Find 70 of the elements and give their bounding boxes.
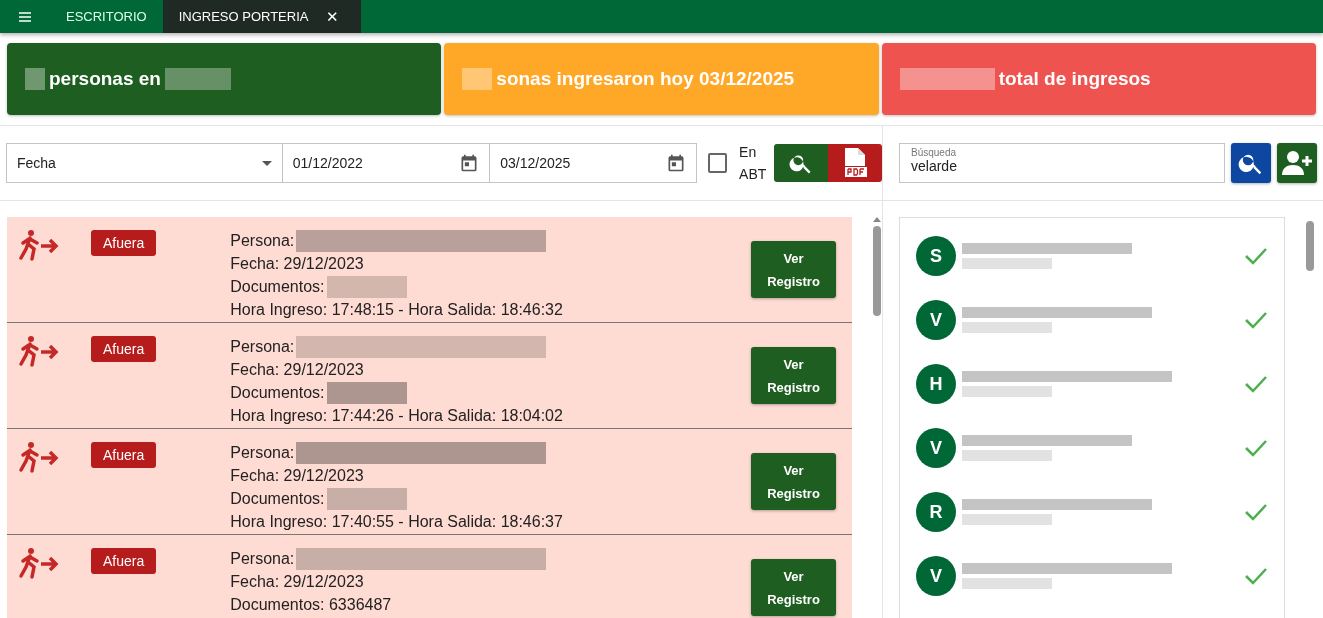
date-field[interactable]: 03/12/2025	[489, 143, 697, 183]
check-icon	[1244, 567, 1269, 585]
record-text: Hora Ingreso: 17:40:55 - Hora Salida: 18:46:37	[230, 512, 563, 532]
record-text: Fecha: 29/12/2023	[230, 572, 364, 592]
stat-text: sonas ingresaron hoy 03/12/2025	[496, 68, 795, 90]
view-record-button[interactable]: Ver Registro	[751, 347, 836, 404]
record-text: Persona:	[230, 443, 295, 463]
record-text: Hora Ingreso: 17:48:15 - Hora Salida: 18:46:32	[230, 300, 563, 320]
avatar: V	[916, 556, 956, 596]
checkbox[interactable]	[707, 153, 728, 173]
scrollbar-thumb[interactable]	[873, 226, 881, 316]
dropdown-caret-icon	[261, 160, 272, 166]
add-person-icon	[1282, 150, 1312, 176]
record-text: Persona:	[230, 337, 295, 357]
record-text: Fecha: 29/12/2023	[230, 360, 364, 380]
check-icon	[1244, 503, 1269, 521]
search-field[interactable]: Búsqueda velarde	[899, 143, 1225, 183]
status-badge: Afuera	[91, 442, 157, 468]
record-text: Documentos:	[230, 383, 325, 403]
search-input[interactable]: velarde	[911, 158, 1213, 174]
menu-icon	[19, 11, 31, 22]
view-record-button[interactable]: Ver Registro	[751, 241, 836, 298]
add-person-button[interactable]	[1277, 143, 1317, 183]
person-exit-icon	[17, 229, 61, 263]
stat-text: total de ingresos	[998, 68, 1151, 90]
tab[interactable]: INGRESO PORTERIA ✕	[162, 0, 362, 33]
avatar: V	[916, 428, 956, 468]
scrollbar-thumb[interactable]	[1306, 221, 1315, 271]
person-exit-icon	[17, 441, 61, 475]
pdf-button[interactable]	[828, 144, 882, 182]
filter-select[interactable]: Fecha	[6, 143, 283, 183]
redacted-text	[25, 68, 45, 90]
avatar: H	[916, 364, 956, 404]
record-text: Hora Ingreso: 17:44:26 - Hora Salida: 18:04:02	[230, 406, 563, 426]
checkbox-label: En ABT	[739, 143, 767, 184]
redacted-text	[462, 68, 493, 90]
record-text: Persona:	[230, 231, 295, 251]
redacted-text	[164, 68, 231, 90]
status-badge: Afuera	[91, 230, 157, 256]
record-text: Documentos:	[230, 489, 325, 509]
field-label: Búsqueda	[911, 147, 958, 158]
pdf-file-icon	[842, 148, 869, 178]
check-icon	[1244, 439, 1269, 457]
check-icon	[1244, 311, 1269, 329]
person-exit-icon	[17, 547, 61, 581]
check-icon	[1244, 375, 1269, 393]
view-record-button[interactable]: Ver Registro	[751, 559, 836, 616]
avatar: S	[916, 236, 956, 276]
avatar: V	[916, 300, 956, 340]
record-text: Fecha: 29/12/2023	[230, 466, 364, 486]
view-record-button[interactable]: Ver Registro	[751, 453, 836, 510]
close-button[interactable]: ✕	[320, 7, 346, 26]
status-badge: Afuera	[91, 548, 157, 574]
check-icon	[1244, 247, 1269, 265]
search-button[interactable]	[774, 144, 829, 182]
record-text: Documentos:	[230, 277, 325, 297]
calendar-icon[interactable]	[459, 153, 480, 173]
record-text: Documentos: 6336487	[230, 595, 392, 615]
search-button[interactable]	[1231, 143, 1271, 183]
tab-label: ESCRITORIO	[66, 9, 147, 24]
scroll-up-icon[interactable]	[873, 217, 881, 222]
record-text: Persona:	[230, 549, 295, 569]
status-badge: Afuera	[91, 336, 157, 362]
record-text: Fecha: 29/12/2023	[230, 254, 364, 274]
person-exit-icon	[17, 335, 61, 369]
stat-text: personas en	[49, 68, 161, 90]
avatar: R	[916, 492, 956, 532]
tab[interactable]: ESCRITORIO	[50, 0, 163, 33]
tab-label: INGRESO PORTERIA	[178, 9, 309, 24]
date-field[interactable]: 01/12/2022	[281, 143, 491, 183]
